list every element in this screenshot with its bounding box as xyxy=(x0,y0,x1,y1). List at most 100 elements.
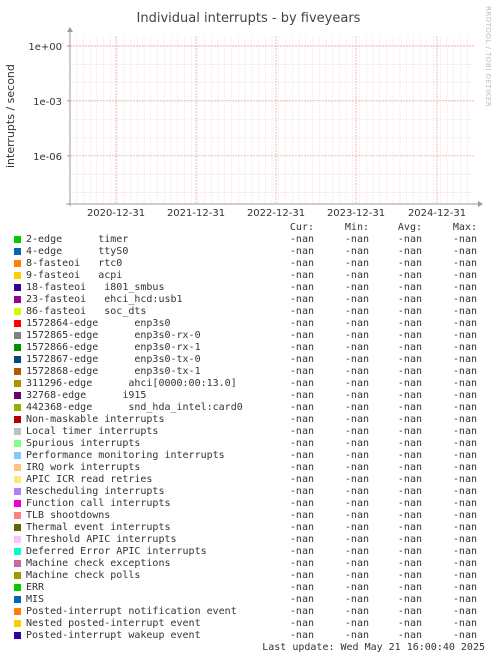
legend-value-cur: -nan xyxy=(289,390,314,401)
legend-value-avg: -nan xyxy=(397,390,422,401)
legend-item-name: TLB shootdowns xyxy=(26,510,111,521)
legend-item-name: 311296-edge ahci[0000:00:13.0] xyxy=(26,378,237,389)
legend-swatch xyxy=(14,572,21,579)
legend-header: Cur: Min: Avg: Max: xyxy=(0,222,497,234)
legend-value-avg: -nan xyxy=(397,234,422,245)
legend-item-name: 8-fasteoi rtc0 xyxy=(26,258,123,269)
legend-value-min: -nan xyxy=(344,234,369,245)
legend-item-name: Function call interrupts xyxy=(26,498,171,509)
legend-value-max: -nan xyxy=(452,582,477,593)
legend-value-min: -nan xyxy=(344,546,369,557)
legend-value-min: -nan xyxy=(344,438,369,449)
legend-value-cur: -nan xyxy=(289,474,314,485)
legend-item-name: Non-maskable interrupts xyxy=(26,414,165,425)
legend-value-max: -nan xyxy=(452,594,477,605)
legend-value-min: -nan xyxy=(344,294,369,305)
legend-value-min: -nan xyxy=(344,402,369,413)
legend-value-avg: -nan xyxy=(397,402,422,413)
legend-value-max: -nan xyxy=(452,366,477,377)
legend-value-cur: -nan xyxy=(289,558,314,569)
legend-value-cur: -nan xyxy=(289,570,314,581)
legend-value-cur: -nan xyxy=(289,582,314,593)
legend-value-min: -nan xyxy=(344,390,369,401)
header-max: Max: xyxy=(452,222,477,233)
legend-value-avg: -nan xyxy=(397,510,422,521)
legend-value-cur: -nan xyxy=(289,426,314,437)
legend-item-name: Nested posted-interrupt event xyxy=(26,618,201,629)
legend-item-name: 1572864-edge enp3s0 xyxy=(26,318,171,329)
legend-item: 442368-edge snd_hda_intel:card0 -nan -nan -… xyxy=(0,402,497,414)
legend-swatch xyxy=(14,404,21,411)
legend-swatch xyxy=(14,608,21,615)
legend-item-name: 2-edge timer xyxy=(26,234,129,245)
legend-swatch xyxy=(14,416,21,423)
legend-value-cur: -nan xyxy=(289,342,314,353)
legend-swatch xyxy=(14,536,21,543)
y-tick-label: 1e-06 xyxy=(33,152,62,163)
legend-item-name: MIS xyxy=(26,594,45,605)
legend-swatch xyxy=(14,620,21,627)
legend-value-avg: -nan xyxy=(397,366,422,377)
legend-item: 8-fasteoi rtc0 -nan -nan -nan -nan xyxy=(0,258,497,270)
legend-value-avg: -nan xyxy=(397,294,422,305)
legend-swatch xyxy=(14,500,21,507)
legend-value-avg: -nan xyxy=(397,558,422,569)
legend-value-cur: -nan xyxy=(289,318,314,329)
y-axis-arrow xyxy=(67,27,73,32)
legend-swatch xyxy=(14,488,21,495)
legend-item: 1572864-edge enp3s0 -nan -nan -nan -nan xyxy=(0,318,497,330)
legend-item-name: APIC ICR read retries xyxy=(26,474,153,485)
legend-value-min: -nan xyxy=(344,318,369,329)
legend-item-name: 86-fasteoi soc_dts xyxy=(26,306,147,317)
x-tick-label: 2022-12-31 xyxy=(247,208,305,219)
legend-item-name: Machine check exceptions xyxy=(26,558,171,569)
legend-value-avg: -nan xyxy=(397,606,422,617)
legend-item: 311296-edge ahci[0000:00:13.0] -nan -nan -n… xyxy=(0,378,497,390)
legend-value-cur: -nan xyxy=(289,630,314,641)
legend-value-cur: -nan xyxy=(289,246,314,257)
legend-item-name: Performance monitoring interrupts xyxy=(26,450,225,461)
legend-swatch xyxy=(14,512,21,519)
legend-value-max: -nan xyxy=(452,258,477,269)
header-avg: Avg: xyxy=(397,222,422,233)
legend-item-name: Machine check polls xyxy=(26,570,141,581)
legend-value-avg: -nan xyxy=(397,270,422,281)
legend-item: 18-fasteoi i801_smbus -nan -nan -nan -nan xyxy=(0,282,497,294)
legend-value-avg: -nan xyxy=(397,450,422,461)
legend-value-max: -nan xyxy=(452,618,477,629)
legend-value-cur: -nan xyxy=(289,414,314,425)
legend-item-name: Posted-interrupt wakeup event xyxy=(26,630,201,641)
x-tick-label: 2024-12-31 xyxy=(408,208,466,219)
legend-item: Spurious interrupts -nan -nan -nan -nan xyxy=(0,438,497,450)
legend-item: Function call interrupts -nan -nan -nan -nan xyxy=(0,498,497,510)
legend-swatch xyxy=(14,428,21,435)
legend-value-avg: -nan xyxy=(397,462,422,473)
legend-value-max: -nan xyxy=(452,546,477,557)
legend-value-max: -nan xyxy=(452,270,477,281)
legend-value-cur: -nan xyxy=(289,462,314,473)
legend-value-cur: -nan xyxy=(289,282,314,293)
legend-value-avg: -nan xyxy=(397,378,422,389)
legend-item: Local timer interrupts -nan -nan -nan -nan xyxy=(0,426,497,438)
legend-value-min: -nan xyxy=(344,570,369,581)
legend-item-name: Posted-interrupt notification event xyxy=(26,606,237,617)
legend-value-min: -nan xyxy=(344,258,369,269)
legend-value-max: -nan xyxy=(452,510,477,521)
legend-value-avg: -nan xyxy=(397,522,422,533)
legend-item-name: 32768-edge i915 xyxy=(26,390,147,401)
legend-item: 4-edge ttyS0 -nan -nan -nan -nan xyxy=(0,246,497,258)
legend-value-max: -nan xyxy=(452,450,477,461)
legend-item: Machine check exceptions -nan -nan -nan -nan xyxy=(0,558,497,570)
header-min: Min: xyxy=(344,222,369,233)
legend-value-min: -nan xyxy=(344,366,369,377)
legend-item: Non-maskable interrupts -nan -nan -nan -nan xyxy=(0,414,497,426)
legend-value-avg: -nan xyxy=(397,354,422,365)
legend-swatch xyxy=(14,476,21,483)
legend-value-cur: -nan xyxy=(289,354,314,365)
legend-item: 1572866-edge enp3s0-rx-1 -nan -nan -nan -nan xyxy=(0,342,497,354)
legend-swatch xyxy=(14,368,21,375)
legend-value-max: -nan xyxy=(452,498,477,509)
legend-value-max: -nan xyxy=(452,330,477,341)
legend-swatch xyxy=(14,452,21,459)
legend-swatch xyxy=(14,632,21,639)
